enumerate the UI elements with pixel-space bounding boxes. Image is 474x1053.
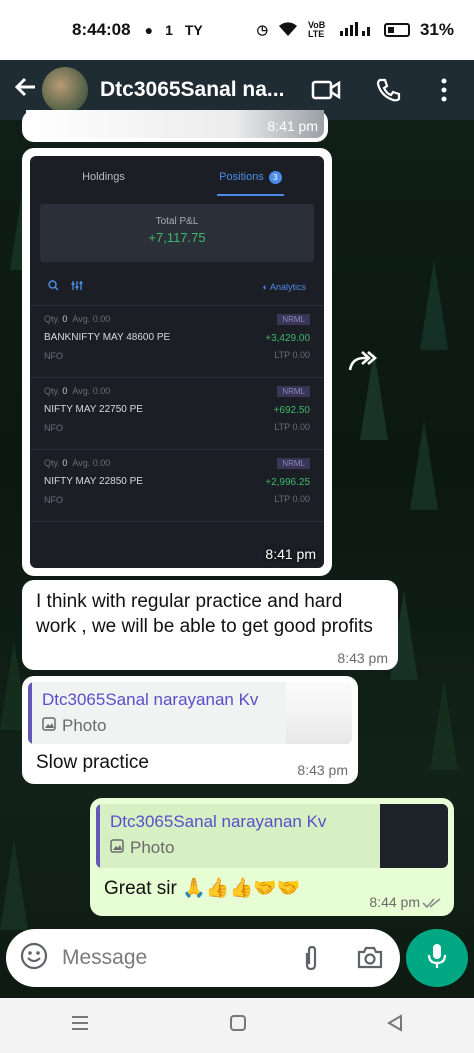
double-check-icon — [422, 896, 442, 914]
photo-icon — [110, 838, 124, 858]
quote-bar — [96, 804, 100, 868]
mic-icon — [427, 942, 447, 975]
quoted-type-label: Photo — [130, 838, 175, 857]
avatar[interactable] — [42, 67, 88, 113]
position-qty: 0 — [62, 458, 68, 468]
position-meta: Qty. 0 Avg. 0.00 — [44, 386, 111, 396]
quoted-message[interactable]: Dtc3065Sanal narayanan Kv Photo — [28, 682, 352, 744]
tab-positions: Positions 3 — [177, 156, 324, 198]
position-instrument: NIFTY MAY 22750 PE — [44, 404, 143, 415]
tab-holdings: Holdings — [30, 156, 177, 198]
chat-title[interactable]: Dtc3065Sanal na... — [100, 78, 300, 102]
message-time: 8:41 pm — [265, 546, 316, 562]
position-exchange: NFO — [44, 351, 63, 361]
position-row: Qty. 0 Avg. 0.00 NIFTY MAY 22750 PE NFO … — [30, 378, 324, 450]
positions-toolbar: ◐ Analytics — [30, 268, 324, 306]
position-ltp: LTP 0.00 — [274, 350, 310, 360]
search-icon — [48, 280, 59, 293]
quote-bar — [28, 682, 32, 744]
forward-icon[interactable] — [346, 348, 378, 379]
chat-notification-icon: ● — [144, 22, 154, 38]
reply-message-outgoing[interactable]: Dtc3065Sanal narayanan Kv Photo Great si… — [90, 798, 454, 916]
total-pnl-label: Total P&L — [155, 216, 199, 227]
network-label: VoB LTE — [307, 20, 326, 39]
total-pnl-value: +7,117.75 — [148, 230, 206, 245]
position-meta: Qty. 0 Avg. 0.00 — [44, 314, 111, 324]
product-tag: NRML — [277, 458, 310, 469]
quoted-thumbnail — [380, 804, 448, 868]
position-avg: 0.00 — [92, 386, 111, 396]
photo-icon — [42, 716, 56, 736]
position-exchange: NFO — [44, 423, 63, 433]
message-text: Great sir 🙏👍👍🤝🤝 — [104, 878, 301, 899]
message-input-bar[interactable]: Message — [6, 929, 400, 987]
position-pnl: +692.50 — [273, 405, 310, 416]
quoted-type-label: Photo — [62, 716, 107, 735]
message-text: Slow practice — [36, 752, 149, 773]
image-message-partial[interactable]: 8:41 pm — [22, 110, 328, 142]
recents-icon[interactable] — [70, 1014, 90, 1037]
text-message[interactable]: I think with regular practice and hard w… — [22, 580, 398, 670]
alarm-icon: ◷ — [256, 22, 268, 37]
positions-count-badge: 3 — [268, 170, 282, 184]
app-notification-icon: TY — [184, 22, 203, 38]
product-tag: NRML — [277, 314, 310, 325]
quoted-message[interactable]: Dtc3065Sanal narayanan Kv Photo — [96, 804, 448, 868]
quoted-sender: Dtc3065Sanal narayanan Kv — [42, 690, 259, 709]
status-time: 8:44:08 — [72, 20, 131, 39]
analytics-label: Analytics — [269, 281, 306, 292]
position-row: Qty. 0 Avg. 0.00 BANKNIFTY MAY 48600 PE … — [30, 306, 324, 378]
filter-icon — [71, 280, 83, 293]
message-time: 8:44 pm — [369, 894, 420, 910]
tab-positions-label: Positions — [219, 171, 264, 183]
position-ltp: LTP 0.00 — [274, 494, 310, 504]
status-notification-icons: ● 1 TY — [145, 22, 203, 38]
tab-holdings-label: Holdings — [82, 171, 125, 183]
reply-message[interactable]: Dtc3065Sanal narayanan Kv Photo Slow pra… — [22, 676, 358, 784]
position-ltp: LTP 0.00 — [274, 422, 310, 432]
message-time: 8:43 pm — [297, 762, 348, 778]
position-avg: 0.00 — [92, 458, 111, 468]
position-exchange: NFO — [44, 495, 63, 505]
message-time: 8:41 pm — [267, 118, 318, 134]
position-qty: 0 — [62, 314, 68, 324]
quoted-type: Photo — [110, 838, 174, 858]
wifi-icon — [278, 21, 298, 40]
camera-icon[interactable] — [356, 944, 384, 975]
attach-icon[interactable] — [302, 944, 320, 977]
back-arrow-icon[interactable] — [8, 74, 44, 107]
emoji-icon[interactable] — [20, 942, 48, 975]
signal-icon — [339, 21, 374, 39]
position-avg: 0.00 — [92, 314, 111, 324]
quoted-type: Photo — [42, 716, 106, 736]
back-nav-icon[interactable] — [386, 1014, 404, 1037]
status-bar: 8:44:08 ● 1 TY ◷ VoB LTE 31% — [0, 0, 474, 60]
position-qty: 0 — [62, 386, 68, 396]
quoted-thumbnail — [286, 682, 352, 744]
mic-button[interactable] — [406, 929, 468, 987]
total-pnl-box: Total P&L +7,117.75 — [40, 204, 314, 262]
position-row: Qty. 0 Avg. 0.00 NIFTY MAY 22850 PE NFO … — [30, 450, 324, 522]
more-vert-icon[interactable] — [424, 70, 464, 110]
battery-icon — [383, 23, 410, 37]
position-pnl: +3,429.00 — [265, 333, 310, 344]
status-system-icons: ◷ VoB LTE 31% — [257, 20, 454, 40]
data-speed: 1 — [165, 22, 173, 38]
product-tag: NRML — [277, 386, 310, 397]
analytics-link: ◐ Analytics — [263, 282, 306, 292]
quoted-sender: Dtc3065Sanal narayanan Kv — [110, 812, 327, 831]
analytics-icon: ◐ — [262, 281, 270, 292]
position-pnl: +2,996.25 — [265, 477, 310, 488]
battery-percent: 31% — [419, 20, 454, 39]
position-meta: Qty. 0 Avg. 0.00 — [44, 458, 111, 468]
video-call-icon[interactable] — [306, 70, 346, 110]
message-time: 8:43 pm — [337, 650, 388, 666]
message-text: I think with regular practice and hard w… — [36, 591, 373, 637]
system-nav-bar — [0, 998, 474, 1053]
phone-icon[interactable] — [368, 70, 408, 110]
image-screenshot[interactable]: Holdings Positions 3 Total P&L +7,117.75 … — [26, 152, 328, 572]
holdings-tabs: Holdings Positions 3 — [30, 156, 324, 198]
home-icon[interactable] — [229, 1014, 247, 1037]
message-input[interactable]: Message — [62, 946, 147, 970]
